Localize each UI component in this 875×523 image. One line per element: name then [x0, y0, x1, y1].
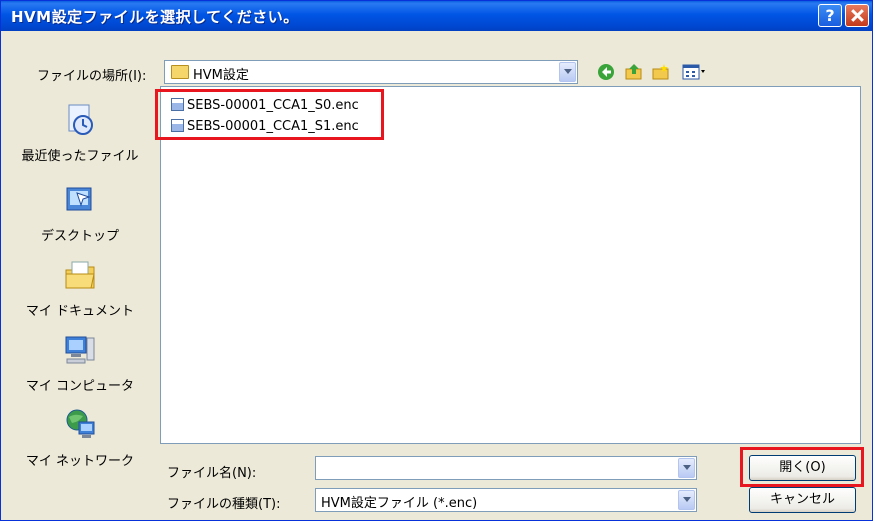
- place-label: マイ ドキュメント: [25, 304, 135, 319]
- place-my-computer[interactable]: マイ コンピュータ: [10, 333, 150, 394]
- place-label: 最近使ったファイル: [21, 149, 139, 164]
- place-label: マイ コンピュータ: [25, 379, 135, 394]
- place-recent[interactable]: 最近使ったファイル: [10, 103, 150, 164]
- highlight-open: [740, 447, 864, 487]
- place-my-network[interactable]: マイ ネットワーク: [10, 408, 150, 469]
- folder-icon: [171, 65, 189, 79]
- places-bar: 最近使ったファイル デスクトップ マイ ドキュメント マイ コンピュータ マイ …: [10, 83, 150, 494]
- back-icon[interactable]: [597, 63, 615, 81]
- my-documents-icon: [65, 261, 95, 289]
- my-network-icon: [66, 409, 95, 438]
- highlight-files: [155, 89, 384, 140]
- new-folder-icon[interactable]: [652, 63, 670, 81]
- place-label: デスクトップ: [40, 229, 119, 244]
- filetype-value: HVM設定ファイル (*.enc): [321, 496, 478, 511]
- file-open-dialog: HVM設定ファイルを選択してください。 ? ファイルの場所(I): HVM設定 …: [0, 0, 873, 521]
- filename-label: ファイル名(N):: [167, 466, 257, 481]
- desktop-icon: [66, 187, 92, 211]
- recent-files-icon: [68, 104, 93, 135]
- close-button[interactable]: [845, 4, 869, 27]
- help-button[interactable]: ?: [818, 4, 842, 27]
- filetype-select[interactable]: HVM設定ファイル (*.enc): [315, 488, 697, 512]
- lookin-value: HVM設定: [193, 68, 249, 83]
- chevron-down-icon[interactable]: [559, 62, 576, 82]
- lookin-label: ファイルの場所(I):: [37, 69, 147, 84]
- dialog-title: HVM設定ファイルを選択してください。: [11, 8, 299, 26]
- place-desktop[interactable]: デスクトップ: [10, 183, 150, 244]
- cancel-button[interactable]: キャンセル: [749, 487, 856, 513]
- place-my-documents[interactable]: マイ ドキュメント: [10, 258, 150, 319]
- lookin-combo[interactable]: HVM設定: [164, 60, 578, 84]
- place-label: マイ ネットワーク: [25, 454, 135, 469]
- title-bar[interactable]: HVM設定ファイルを選択してください。 ?: [1, 1, 872, 31]
- up-folder-icon[interactable]: [625, 63, 643, 81]
- chevron-down-icon[interactable]: [678, 490, 695, 510]
- chevron-down-icon[interactable]: [678, 458, 695, 478]
- filetype-label: ファイルの種類(T):: [167, 497, 281, 512]
- view-menu-icon[interactable]: [682, 63, 706, 81]
- my-computer-icon: [65, 336, 95, 364]
- filename-input[interactable]: [315, 456, 697, 480]
